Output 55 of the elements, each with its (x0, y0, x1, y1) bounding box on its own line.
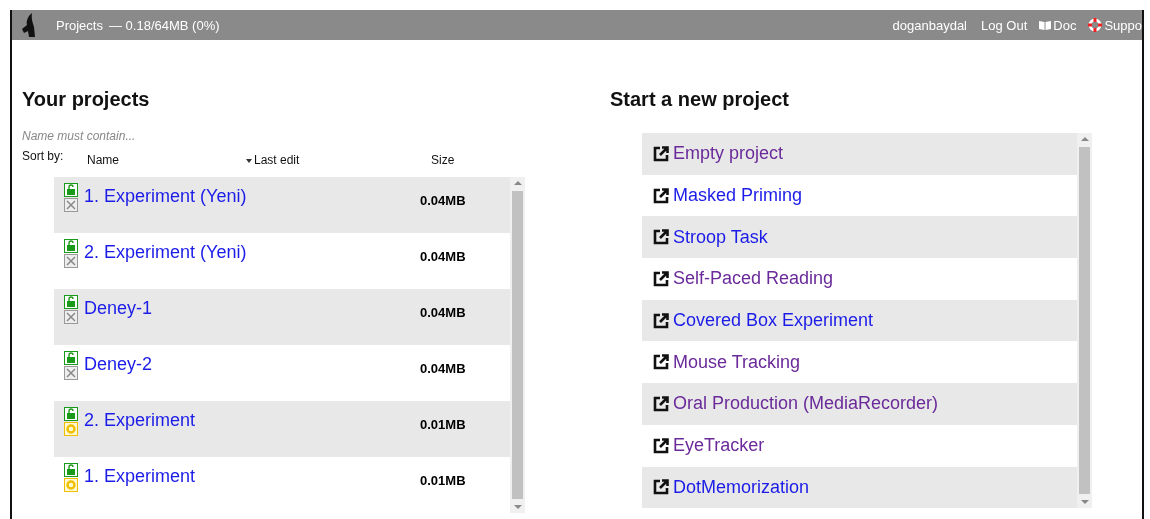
external-link-icon (652, 144, 670, 163)
lock-icon (64, 463, 78, 477)
template-link[interactable]: Masked Priming (642, 174, 1077, 217)
project-name: Deney-2 (84, 354, 154, 375)
section-heading: Start a new project (610, 88, 790, 111)
project-size: 0.04MB (420, 305, 467, 320)
sort-label: Sort by: (22, 149, 64, 163)
template-link[interactable]: Mouse Tracking (642, 341, 1077, 384)
lock-icon (64, 239, 78, 253)
project-size: 0.04MB (420, 193, 467, 208)
template-link[interactable]: EyeTracker (642, 424, 1077, 467)
template-link[interactable]: Empty project (642, 133, 1077, 175)
external-link-icon (652, 394, 670, 413)
project-name: 1. Experiment (Yeni) (84, 186, 248, 207)
template-link[interactable]: Self-Paced Reading (642, 258, 1077, 300)
lock-icon (64, 407, 78, 421)
project-name: Deney-1 (84, 298, 154, 319)
project-row[interactable]: 2. Experiment (Yeni) 0.04MB (54, 233, 510, 289)
external-link-icon (652, 269, 670, 288)
page-title: Projects (56, 17, 103, 33)
storage-usage: — 0.18/64MB (0%) (108, 17, 220, 33)
lock-icon (64, 183, 78, 197)
template-link[interactable]: Covered Box Experiment (642, 299, 1077, 342)
template-link[interactable]: Stroop Task (642, 216, 1077, 259)
project-size: 0.01MB (420, 417, 467, 432)
project-row[interactable]: Deney-1 0.04MB (54, 289, 510, 345)
lock-icon (64, 351, 78, 365)
sort-option[interactable]: Last edit (254, 153, 300, 167)
template-link[interactable]: DotMemorization (642, 466, 1077, 509)
external-link-icon (652, 353, 670, 372)
scrollbar[interactable] (1077, 133, 1092, 509)
external-link-icon (652, 478, 670, 497)
project-size: 0.04MB (420, 361, 467, 376)
section-heading: Your projects (22, 88, 151, 111)
project-size: 0.04MB (420, 249, 467, 264)
book-icon (1039, 20, 1052, 30)
project-row[interactable]: 2. Experiment 0.01MB (54, 401, 510, 457)
project-name: 1. Experiment (84, 466, 197, 487)
template-link[interactable]: Oral Production (MediaRecorder) (642, 383, 1077, 425)
external-link-icon (652, 186, 670, 205)
project-name: 2. Experiment (Yeni) (84, 242, 248, 263)
project-size: 0.01MB (420, 473, 467, 488)
scrollbar[interactable] (510, 177, 525, 513)
lifebuoy-icon (1088, 18, 1103, 32)
sort-option[interactable]: Size (431, 153, 455, 167)
project-row[interactable]: 1. Experiment 0.01MB (54, 457, 510, 513)
sort-option[interactable]: Name (87, 153, 119, 167)
external-link-icon (652, 436, 670, 455)
antelope-logo-icon (20, 13, 36, 37)
project-row[interactable]: Deney-2 0.04MB (54, 345, 510, 401)
external-link-icon (652, 228, 670, 247)
project-row[interactable]: 1. Experiment (Yeni) 0.04MB (54, 177, 510, 233)
external-link-icon (652, 311, 670, 330)
project-name: 2. Experiment (84, 410, 197, 431)
lock-icon (64, 295, 78, 309)
